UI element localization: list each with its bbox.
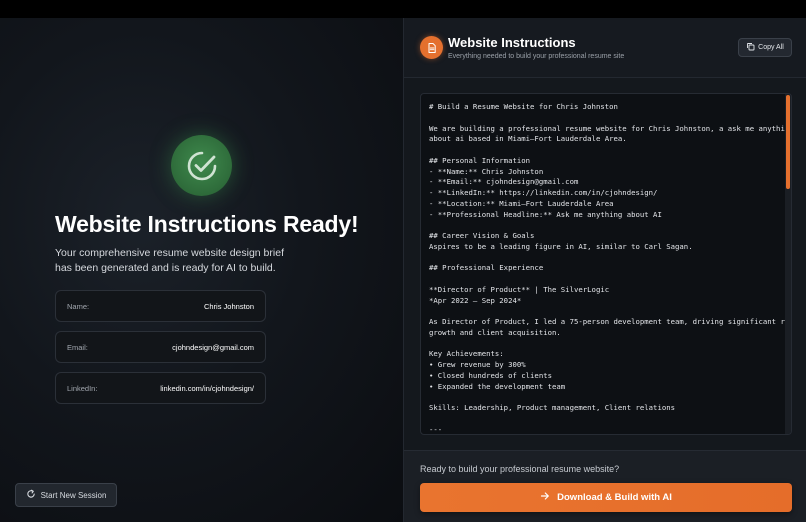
email-value: cjohndesign@gmail.com: [172, 342, 254, 352]
download-build-label: Download & Build with AI: [557, 492, 672, 503]
scrollbar[interactable]: [785, 94, 791, 434]
scrollbar-thumb[interactable]: [786, 95, 790, 189]
download-build-button[interactable]: Download & Build with AI: [420, 483, 792, 512]
copy-all-label: Copy All: [758, 44, 784, 51]
instructions-title: Website Instructions: [448, 35, 576, 50]
refresh-icon: [26, 489, 36, 501]
name-card: Name: Chris Johnston: [55, 290, 266, 322]
email-label: Email:: [67, 342, 88, 352]
instructions-header: Website Instructions Everything needed t…: [404, 18, 806, 78]
linkedin-card: LinkedIn: linkedin.com/in/cjohndesign/: [55, 372, 266, 404]
instructions-subtitle: Everything needed to build your professi…: [448, 53, 625, 60]
name-value: Chris Johnston: [203, 301, 254, 311]
email-card: Email: cjohndesign@gmail.com: [55, 331, 266, 363]
page-title: Website Instructions Ready!: [55, 211, 359, 237]
build-footer: Ready to build your professional resume …: [404, 450, 806, 522]
confirmation-panel: Website Instructions Ready! Your compreh…: [0, 18, 403, 522]
linkedin-label: LinkedIn:: [67, 383, 98, 393]
copy-icon: [746, 42, 755, 53]
top-bar: [0, 0, 806, 18]
start-new-session-label: Start New Session: [40, 490, 107, 500]
copy-all-button[interactable]: Copy All: [738, 38, 792, 57]
start-new-session-button[interactable]: Start New Session: [15, 483, 117, 507]
instructions-text-area[interactable]: # Build a Resume Website for Chris Johns…: [420, 93, 792, 435]
instructions-panel: Website Instructions Everything needed t…: [403, 18, 806, 522]
name-label: Name:: [67, 301, 90, 311]
page-subtitle: Your comprehensive resume website design…: [55, 247, 284, 274]
arrow-right-icon: [540, 491, 550, 504]
document-icon: [420, 36, 443, 59]
check-circle-icon: [171, 135, 232, 196]
linkedin-value: linkedin.com/in/cjohndesign/: [160, 383, 254, 393]
instructions-content: # Build a Resume Website for Chris Johns…: [429, 102, 792, 434]
ready-prompt: Ready to build your professional resume …: [420, 464, 620, 474]
